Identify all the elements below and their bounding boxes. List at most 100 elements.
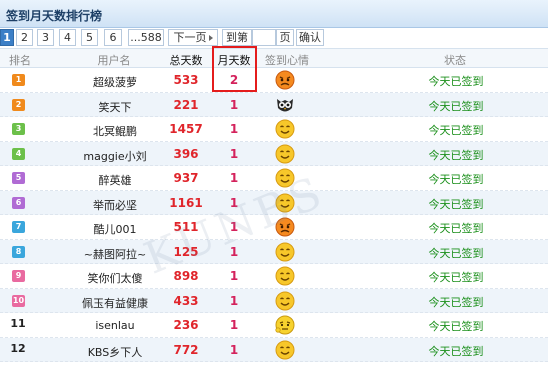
smile-face-icon — [274, 118, 296, 140]
rank-badge: 6 — [12, 196, 25, 209]
rank-badge: 12 — [10, 341, 26, 355]
table-row: 2 笑天下 221 1 今天已签到 — [0, 92, 548, 117]
username-link[interactable]: 笑你们太傻 — [70, 270, 160, 286]
table-row: 1 超级菠萝 533 2 今天已签到 — [0, 68, 548, 93]
confirm-button[interactable]: 确认 — [296, 29, 324, 46]
page-2-button[interactable]: 2 — [16, 29, 33, 46]
page-3-button[interactable]: 3 — [37, 29, 54, 46]
sign-status: 今天已签到 — [428, 271, 484, 284]
rank-badge: 5 — [12, 172, 25, 184]
month-days: 1 — [229, 195, 239, 210]
sign-status: 今天已签到 — [428, 320, 484, 333]
sign-status: 今天已签到 — [428, 246, 484, 260]
username-link[interactable]: isenlau — [70, 319, 160, 332]
month-days: 1 — [229, 318, 239, 332]
month-days: 1 — [229, 293, 239, 308]
total-days: 236 — [173, 318, 199, 332]
total-days: 1457 — [169, 122, 203, 136]
header-rank: 排名 — [9, 54, 31, 67]
username-link[interactable]: 醉英雄 — [70, 172, 160, 188]
table-row: 7 酷儿001 511 1 今天已签到 — [0, 215, 548, 240]
rank-badge: 9 — [12, 270, 25, 282]
rank-badge: 7 — [12, 221, 25, 233]
next-page-button[interactable]: 下一页 — [168, 29, 218, 46]
sign-status: 今天已签到 — [428, 99, 484, 113]
smile-face-icon — [274, 290, 296, 312]
table-row: 9 笑你们太傻 898 1 今天已签到 — [0, 264, 548, 289]
table-header: 排名 用户名 总天数 月天数 签到心情 状态 — [0, 48, 548, 68]
header-total: 总天数 — [169, 54, 203, 67]
last-page-button[interactable]: ...588 — [128, 29, 164, 46]
total-days: 511 — [173, 220, 199, 234]
total-days: 125 — [173, 244, 199, 259]
sign-status: 今天已签到 — [428, 197, 484, 211]
table-row: 6 举而必坚 1161 1 今天已签到 — [0, 190, 548, 215]
smile-face-icon — [274, 192, 296, 214]
month-days: 1 — [229, 97, 239, 112]
table-row: 4 maggie小刘 396 1 今天已签到 — [0, 141, 548, 166]
sign-status: 今天已签到 — [428, 344, 484, 358]
page-1-button[interactable]: 1 — [0, 29, 14, 46]
username-link[interactable]: 佩玉有益健康 — [70, 295, 160, 311]
table-row: 12 KBS乡下人 772 1 今天已签到 — [0, 337, 548, 362]
table-row: 3 北冥鲲鹏 1457 1 今天已签到 — [0, 117, 548, 142]
username-link[interactable]: ~赫图阿拉~ — [70, 246, 160, 262]
month-days: 1 — [229, 171, 239, 185]
username-link[interactable]: 举而必坚 — [70, 197, 160, 213]
username-link[interactable]: 酷儿001 — [70, 221, 160, 237]
title-bar: 签到月天数排行榜 — [0, 0, 548, 28]
total-days: 533 — [173, 73, 199, 87]
total-days: 937 — [173, 171, 199, 185]
username-link[interactable]: 笑天下 — [70, 99, 160, 115]
header-user: 用户名 — [97, 54, 131, 67]
month-days: 1 — [229, 342, 239, 357]
page-4-button[interactable]: 4 — [59, 29, 76, 46]
header-status: 状态 — [444, 54, 466, 67]
rank-badge: 1 — [12, 74, 25, 86]
chevron-right-icon — [208, 35, 213, 41]
username-link[interactable]: 超级菠萝 — [70, 74, 160, 90]
thinking-face-icon — [274, 314, 296, 336]
page-6-button[interactable]: 6 — [104, 29, 122, 46]
rank-badge: 2 — [12, 98, 25, 111]
table-row: 11 isenlau 236 1 今天已签到 — [0, 313, 548, 338]
sign-status: 今天已签到 — [428, 295, 484, 309]
rank-badge: 4 — [12, 147, 25, 160]
table-row: 8 ~赫图阿拉~ 125 1 今天已签到 — [0, 239, 548, 264]
next-page-label: 下一页 — [173, 31, 207, 44]
total-days: 1161 — [169, 195, 203, 210]
sign-status: 今天已签到 — [428, 173, 484, 186]
angry-face-icon — [274, 69, 296, 91]
total-days: 221 — [173, 97, 199, 112]
owl-face-icon — [274, 94, 296, 116]
angry-face-icon — [274, 216, 296, 238]
rank-badge: 3 — [12, 123, 25, 135]
header-mood: 签到心情 — [265, 54, 309, 67]
sign-status: 今天已签到 — [428, 75, 484, 88]
table-row: 10 佩玉有益健康 433 1 今天已签到 — [0, 288, 548, 313]
total-days: 898 — [173, 269, 199, 283]
goto-page-input[interactable] — [252, 29, 276, 46]
page-title: 签到月天数排行榜 — [6, 9, 103, 23]
month-days: 1 — [229, 122, 239, 136]
table-row: 5 醉英雄 937 1 今天已签到 — [0, 166, 548, 191]
pagination: 1 2 3 4 5 6 ...588 下一页 到第 页 确认 — [0, 28, 548, 48]
smile-face-icon — [274, 241, 296, 263]
sign-status: 今天已签到 — [428, 124, 484, 137]
month-days: 1 — [229, 269, 239, 283]
sign-status: 今天已签到 — [428, 148, 484, 162]
header-month: 月天数 — [217, 54, 251, 67]
sign-status: 今天已签到 — [428, 222, 484, 235]
rank-badge: 10 — [12, 294, 25, 307]
month-days: 1 — [229, 244, 239, 259]
month-days: 2 — [229, 73, 239, 87]
page-5-button[interactable]: 5 — [81, 29, 98, 46]
total-days: 396 — [173, 146, 199, 161]
username-link[interactable]: maggie小刘 — [70, 148, 160, 164]
username-link[interactable]: 北冥鲲鹏 — [70, 123, 160, 139]
smile-face-icon — [274, 167, 296, 189]
smile-face-icon — [274, 265, 296, 287]
username-link[interactable]: KBS乡下人 — [70, 344, 160, 360]
smile-face-icon — [274, 143, 296, 165]
goto-label: 到第 — [222, 29, 252, 46]
